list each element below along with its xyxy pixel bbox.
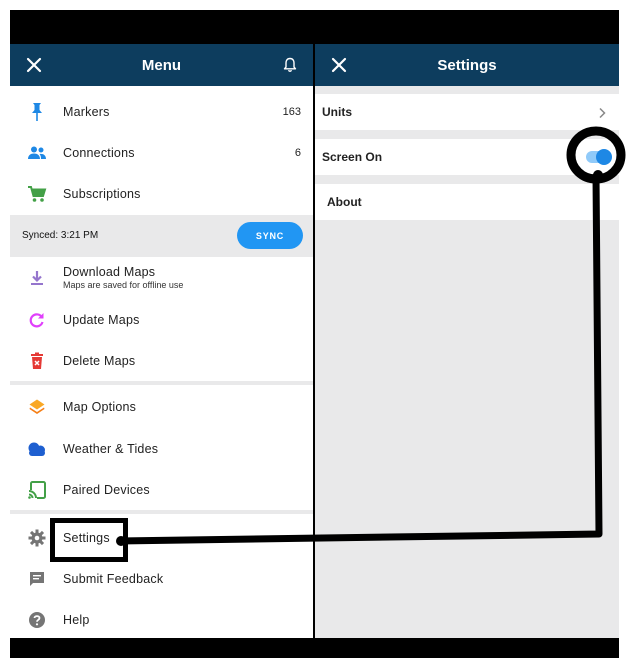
markers-count: 163 (282, 105, 301, 118)
menu-item-label: Subscriptions (63, 186, 141, 201)
cast-icon (26, 479, 48, 501)
settings-row-label: Screen On (322, 150, 383, 164)
download-icon (26, 267, 48, 289)
menu-item-label: Markers (63, 104, 110, 119)
menu-navbar: Menu (10, 44, 313, 86)
settings-row-units[interactable]: Units (315, 94, 619, 130)
menu-item-paired-devices[interactable]: Paired Devices (10, 469, 313, 510)
connections-count: 6 (294, 146, 301, 159)
menu-item-label: Weather & Tides (63, 441, 159, 456)
menu-item-subscriptions[interactable]: Subscriptions (10, 173, 313, 214)
menu-item-label: Help (63, 612, 90, 627)
menu-item-download-maps[interactable]: Download Maps Maps are saved for offline… (10, 257, 313, 299)
menu-title: Menu (141, 56, 182, 74)
status-bar (315, 10, 619, 44)
menu-item-label: Update Maps (63, 312, 140, 327)
trash-icon (26, 350, 48, 372)
cloud-icon (26, 438, 48, 460)
menu-item-update-maps[interactable]: Update Maps (10, 299, 313, 340)
menu-item-weather-tides[interactable]: Weather & Tides (10, 428, 313, 469)
device-frame: Menu Markers 163 Connections 6 Subscript… (10, 10, 619, 658)
menu-item-delete-maps[interactable]: Delete Maps (10, 340, 313, 381)
menu-item-markers[interactable]: Markers 163 (10, 91, 313, 132)
status-bar (10, 10, 313, 44)
screen-on-toggle[interactable] (586, 149, 612, 165)
menu-item-connections[interactable]: Connections 6 (10, 132, 313, 173)
chevron-right-icon (599, 107, 606, 119)
menu-item-label: Map Options (63, 399, 137, 414)
settings-title: Settings (437, 56, 497, 74)
menu-item-label: Submit Feedback (63, 571, 164, 586)
settings-navbar: Settings (315, 44, 619, 86)
layers-icon (26, 396, 48, 418)
settings-row-label: About (327, 195, 362, 209)
settings-row-label: Units (322, 105, 352, 119)
bottom-bar (10, 638, 313, 658)
settings-panel: Settings Units Screen On About (315, 10, 619, 658)
bottom-bar (315, 638, 619, 658)
settings-row-screen-on[interactable]: Screen On (315, 139, 619, 175)
bell-icon[interactable] (281, 56, 299, 74)
menu-item-label: Delete Maps (63, 353, 136, 368)
help-icon (26, 609, 48, 631)
toggle-knob (596, 149, 612, 165)
menu-item-label: Connections (63, 145, 135, 160)
menu-panel: Menu Markers 163 Connections 6 Subscript… (10, 10, 313, 658)
pin-icon (26, 101, 48, 123)
menu-item-label: Download Maps (63, 265, 156, 279)
sync-bar: Synced: 3:21 PM SYNC (10, 215, 313, 257)
refresh-icon (26, 309, 48, 331)
people-icon (26, 142, 48, 164)
menu-item-label: Paired Devices (63, 482, 150, 497)
menu-item-label: Settings (63, 530, 110, 545)
menu-item-submit-feedback[interactable]: Submit Feedback (10, 558, 313, 599)
sync-button[interactable]: SYNC (237, 222, 303, 249)
group-divider (10, 381, 313, 385)
close-icon[interactable] (24, 55, 44, 75)
menu-item-subtitle: Maps are saved for offline use (63, 280, 184, 290)
sync-status: Synced: 3:21 PM (22, 230, 99, 241)
group-divider (10, 510, 313, 514)
settings-row-about[interactable]: About (315, 184, 619, 220)
close-icon[interactable] (329, 55, 349, 75)
menu-item-help[interactable]: Help (10, 599, 313, 640)
menu-item-settings[interactable]: Settings (10, 517, 313, 558)
cart-icon (26, 183, 48, 205)
menu-item-map-options[interactable]: Map Options (10, 386, 313, 427)
feedback-icon (26, 568, 48, 590)
gear-icon (26, 527, 48, 549)
